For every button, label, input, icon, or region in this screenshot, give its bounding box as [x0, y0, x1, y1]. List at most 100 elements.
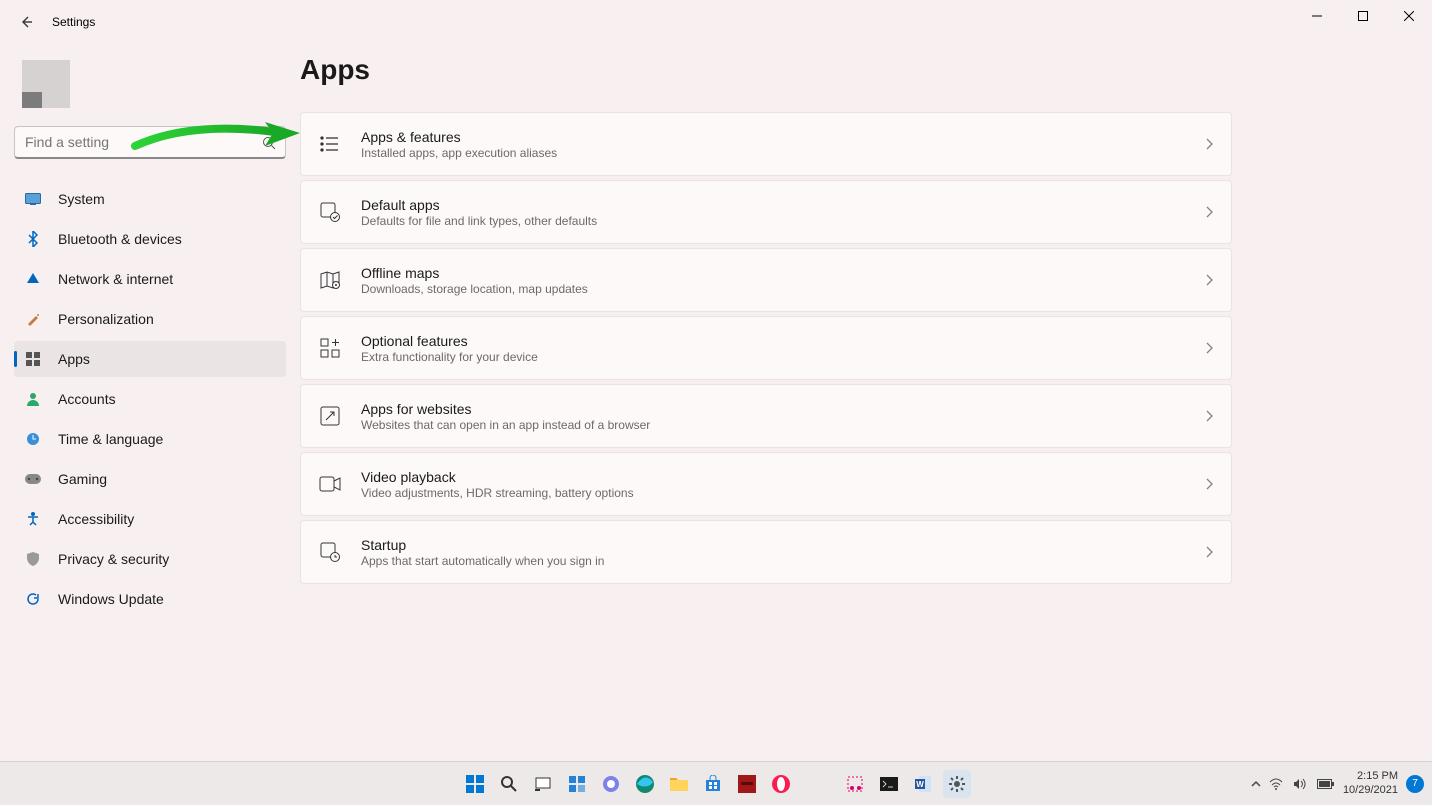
minimize-icon: [1312, 11, 1322, 21]
window-title: Settings: [52, 15, 95, 29]
maximize-button[interactable]: [1340, 0, 1386, 32]
widgets[interactable]: [563, 770, 591, 798]
search-input[interactable]: [14, 126, 286, 159]
opera-icon: [771, 774, 791, 794]
default-icon: [319, 201, 341, 223]
card-default[interactable]: Default appsDefaults for file and link t…: [300, 180, 1232, 244]
sidebar-item-network[interactable]: Network & internet: [14, 261, 286, 297]
card-web-app[interactable]: Apps for websitesWebsites that can open …: [300, 384, 1232, 448]
chevron-right-icon: [1205, 274, 1213, 286]
tray-chevron[interactable]: [1251, 779, 1261, 789]
card-video[interactable]: Video playbackVideo adjustments, HDR str…: [300, 452, 1232, 516]
sidebar-item-label: Network & internet: [58, 271, 173, 287]
plus-grid-icon: [319, 337, 341, 359]
maximize-icon: [1358, 11, 1368, 21]
sidebar-item-personalization[interactable]: Personalization: [14, 301, 286, 337]
sidebar-item-label: Bluetooth & devices: [58, 231, 182, 247]
map-icon: [319, 269, 341, 291]
word-app[interactable]: W: [909, 770, 937, 798]
card-title: Apps & features: [361, 129, 1205, 145]
chevron-right-icon: [1205, 478, 1213, 490]
sidebar-item-bluetooth[interactable]: Bluetooth & devices: [14, 221, 286, 257]
card-title: Optional features: [361, 333, 1205, 349]
chevron-right-icon: [1205, 410, 1213, 422]
clock-date: 10/29/2021: [1343, 784, 1398, 798]
wifi-icon[interactable]: [1269, 778, 1283, 790]
notification-count[interactable]: 7: [1406, 775, 1424, 793]
battery-icon[interactable]: [1317, 779, 1335, 789]
gear-icon: [948, 775, 966, 793]
sidebar-item-apps[interactable]: Apps: [14, 341, 286, 377]
edge-icon: [635, 774, 655, 794]
sidebar-item-accounts[interactable]: Accounts: [14, 381, 286, 417]
terminal-app[interactable]: [875, 770, 903, 798]
sidebar: System Bluetooth & devices Network & inter…: [0, 44, 300, 761]
word-icon: W: [914, 775, 932, 793]
sidebar-item-time[interactable]: Time & language: [14, 421, 286, 457]
card-subtitle: Apps that start automatically when you s…: [361, 554, 1205, 568]
svg-text:W: W: [916, 780, 924, 789]
chevron-right-icon: [1205, 138, 1213, 150]
clock-time: 2:15 PM: [1343, 770, 1398, 784]
sidebar-item-label: Windows Update: [58, 591, 164, 607]
sidebar-item-update[interactable]: Windows Update: [14, 581, 286, 617]
gaming-icon: [24, 470, 42, 488]
sidebar-item-gaming[interactable]: Gaming: [14, 461, 286, 497]
taskbar: W 2:15 PM 10/29/2021 7: [0, 761, 1432, 805]
settings-app[interactable]: [943, 770, 971, 798]
taskview-icon: [534, 775, 552, 793]
web-app-icon: [319, 405, 341, 427]
sidebar-item-accessibility[interactable]: Accessibility: [14, 501, 286, 537]
card-subtitle: Video adjustments, HDR streaming, batter…: [361, 486, 1205, 500]
video-icon: [319, 473, 341, 495]
chevron-right-icon: [1205, 206, 1213, 218]
card-startup[interactable]: StartupApps that start automatically whe…: [300, 520, 1232, 584]
task-view[interactable]: [529, 770, 557, 798]
sidebar-item-privacy[interactable]: Privacy & security: [14, 541, 286, 577]
file-explorer[interactable]: [665, 770, 693, 798]
start-button[interactable]: [461, 770, 489, 798]
startup-icon: [319, 541, 341, 563]
page-title: Apps: [300, 54, 1392, 86]
card-list[interactable]: Apps & featuresInstalled apps, app execu…: [300, 112, 1232, 176]
sidebar-item-label: Apps: [58, 351, 90, 367]
bluetooth-icon: [24, 230, 42, 248]
terminal-icon: [880, 777, 898, 791]
taskbar-search[interactable]: [495, 770, 523, 798]
folder-icon: [669, 775, 689, 793]
app-red[interactable]: [733, 770, 761, 798]
card-subtitle: Defaults for file and link types, other …: [361, 214, 1205, 228]
accounts-icon: [24, 390, 42, 408]
card-subtitle: Installed apps, app execution aliases: [361, 146, 1205, 160]
store-icon: [704, 775, 722, 793]
sidebar-item-label: Gaming: [58, 471, 107, 487]
user-avatar[interactable]: [14, 56, 286, 126]
list-icon: [319, 133, 341, 155]
card-title: Apps for websites: [361, 401, 1205, 417]
card-title: Video playback: [361, 469, 1205, 485]
chevron-right-icon: [1205, 342, 1213, 354]
volume-icon[interactable]: [1293, 778, 1307, 790]
sidebar-item-label: Time & language: [58, 431, 163, 447]
apps-icon: [24, 350, 42, 368]
sidebar-item-system[interactable]: System: [14, 181, 286, 217]
close-button[interactable]: [1386, 0, 1432, 32]
clock[interactable]: 2:15 PM 10/29/2021: [1343, 770, 1398, 798]
back-button[interactable]: [10, 6, 42, 38]
update-icon: [24, 590, 42, 608]
sidebar-item-label: Accessibility: [58, 511, 134, 527]
card-plus-grid[interactable]: Optional featuresExtra functionality for…: [300, 316, 1232, 380]
minimize-button[interactable]: [1294, 0, 1340, 32]
close-icon: [1404, 11, 1414, 21]
card-map[interactable]: Offline mapsDownloads, storage location,…: [300, 248, 1232, 312]
ms-store[interactable]: [699, 770, 727, 798]
snip-tool[interactable]: [841, 770, 869, 798]
accessibility-icon: [24, 510, 42, 528]
teams-chat[interactable]: [597, 770, 625, 798]
edge-app[interactable]: [631, 770, 659, 798]
opera-app[interactable]: [767, 770, 795, 798]
chevron-up-icon: [1251, 779, 1261, 789]
search-icon: [500, 775, 518, 793]
card-title: Startup: [361, 537, 1205, 553]
card-subtitle: Websites that can open in an app instead…: [361, 418, 1205, 432]
